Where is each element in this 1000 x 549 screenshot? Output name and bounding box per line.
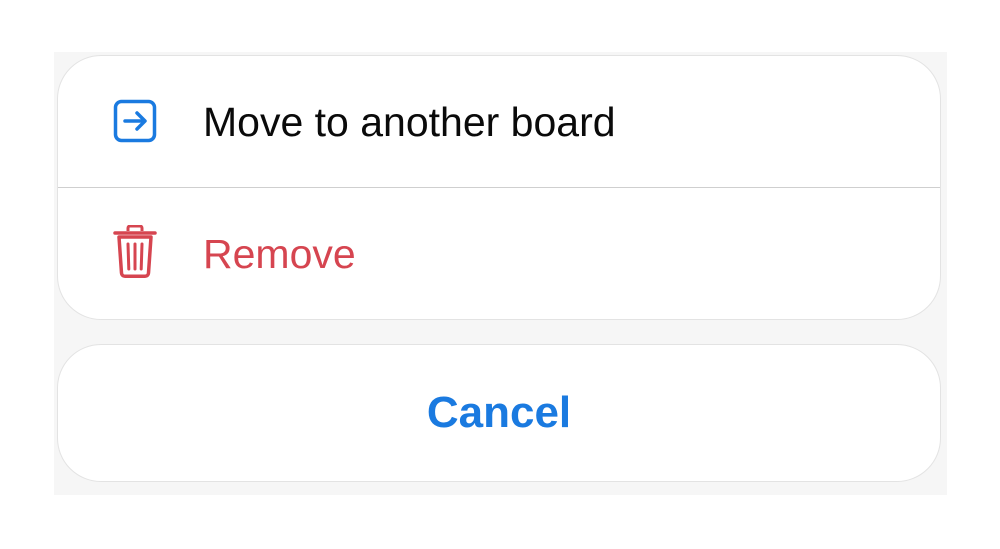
- cancel-button[interactable]: Cancel: [57, 344, 941, 482]
- action-sheet: Move to another board Remove: [57, 55, 941, 320]
- remove-label: Remove: [203, 231, 356, 277]
- move-to-board-action[interactable]: Move to another board: [58, 56, 940, 187]
- remove-action[interactable]: Remove: [58, 188, 940, 319]
- move-arrow-icon: [110, 96, 160, 146]
- trash-icon: [110, 225, 160, 279]
- cancel-label: Cancel: [426, 388, 572, 437]
- move-to-board-label: Move to another board: [203, 99, 616, 145]
